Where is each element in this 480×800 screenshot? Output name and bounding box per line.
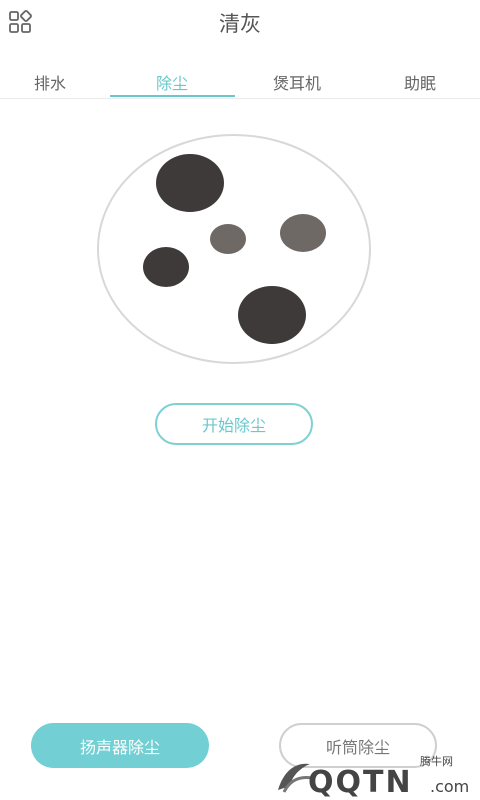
tab-bar: 排水 除尘 煲耳机 助眠 — [0, 60, 480, 99]
speaker-dust-removal-button[interactable]: 扬声器除尘 — [31, 723, 209, 768]
dust-particle — [143, 247, 189, 287]
active-tab-indicator — [110, 95, 235, 97]
start-dust-removal-button[interactable]: 开始除尘 — [155, 403, 313, 445]
dust-illustration — [97, 134, 371, 364]
dust-particle — [280, 214, 326, 252]
dust-particle — [210, 224, 246, 254]
page-title: 清灰 — [219, 12, 261, 36]
tab-sleep-aid[interactable]: 助眠 — [395, 70, 445, 98]
dust-particle — [156, 154, 224, 212]
svg-text:QQTN: QQTN — [308, 765, 413, 798]
svg-text:.com: .com — [430, 777, 469, 796]
header: 清灰 — [0, 0, 480, 50]
tab-drain[interactable]: 排水 — [25, 70, 75, 98]
qqtn-watermark-logo: 腾牛网 QQTN .com — [278, 754, 469, 798]
dust-particle — [238, 286, 306, 344]
tab-earphone-burn-in[interactable]: 煲耳机 — [262, 70, 332, 98]
tab-dust-removal[interactable]: 除尘 — [147, 70, 197, 98]
svg-text:腾牛网: 腾牛网 — [420, 754, 453, 768]
